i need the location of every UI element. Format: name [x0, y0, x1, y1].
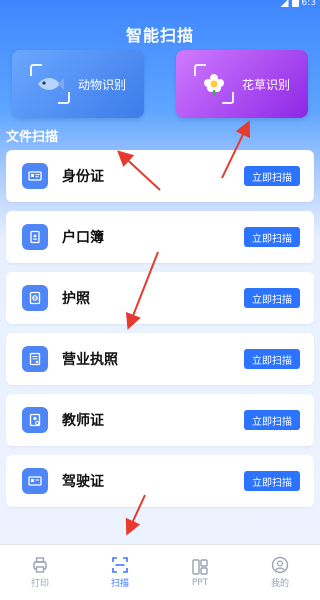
battery-icon [291, 0, 299, 7]
scan-now-button[interactable]: 立即扫描 [244, 288, 300, 308]
scan-row-teacher-certificate[interactable]: 教师证 立即扫描 [6, 394, 314, 446]
status-icons: 6:3 [280, 0, 316, 8]
driver-license-icon [22, 468, 48, 494]
ppt-icon [192, 558, 208, 575]
tab-label: 我的 [270, 579, 289, 589]
section-title: 文件扫描 [6, 130, 59, 145]
printer-icon [33, 557, 47, 573]
animal-recognition-label: 动物识别 [77, 77, 126, 92]
scan-row-driver-license[interactable]: 驾驶证 立即扫描 [6, 455, 314, 507]
row-label: 身份证 [62, 169, 104, 185]
fish-icon [29, 64, 70, 104]
scan-now-button[interactable]: 立即扫描 [244, 410, 300, 430]
tab-ppt[interactable]: PPT [160, 545, 240, 600]
teacher-certificate-icon [22, 407, 48, 433]
scan-row-id-card[interactable]: 身份证 立即扫描 [6, 150, 314, 202]
scan-list: 身份证 立即扫描 户口簿 立即扫描 护照 立即扫描 营业执照 立即扫描 教师证 … [6, 150, 314, 516]
tab-label: PPT [191, 577, 209, 588]
scan-now-button[interactable]: 立即扫描 [244, 227, 300, 247]
status-time: 6:3 [301, 0, 316, 8]
plant-recognition-label: 花草识别 [241, 77, 290, 92]
signal-icon [280, 0, 289, 7]
tab-label: 扫描 [110, 579, 129, 589]
scan-row-passport[interactable]: 护照 立即扫描 [6, 272, 314, 324]
row-label: 驾驶证 [62, 474, 104, 490]
profile-icon [271, 556, 289, 574]
tab-print[interactable]: 打印 [0, 545, 80, 600]
tab-scan[interactable]: 扫描 [80, 545, 160, 600]
passport-icon [22, 285, 48, 311]
scan-row-business-license[interactable]: 营业执照 立即扫描 [6, 333, 314, 385]
tab-label: 打印 [30, 579, 49, 589]
household-register-icon [22, 224, 48, 250]
animal-recognition-card[interactable]: 动物识别 [12, 50, 144, 118]
flower-icon [193, 64, 234, 104]
scan-icon [112, 557, 128, 573]
row-label: 户口簿 [62, 230, 104, 246]
status-bar: 6:3 [0, 0, 320, 10]
scan-now-button[interactable]: 立即扫描 [244, 471, 300, 491]
row-label: 营业执照 [62, 352, 118, 368]
scan-now-button[interactable]: 立即扫描 [244, 166, 300, 186]
page-title: 智能扫描 [125, 26, 194, 45]
id-card-icon [22, 163, 48, 189]
row-label: 教师证 [62, 413, 104, 429]
plant-recognition-card[interactable]: 花草识别 [176, 50, 308, 118]
row-label: 护照 [62, 291, 90, 307]
business-license-icon [22, 346, 48, 372]
scan-now-button[interactable]: 立即扫描 [244, 349, 300, 369]
bottom-tab-bar: 打印 扫描 PPT 我的 [0, 544, 320, 600]
tab-profile[interactable]: 我的 [240, 545, 320, 600]
scan-row-household-register[interactable]: 户口簿 立即扫描 [6, 211, 314, 263]
